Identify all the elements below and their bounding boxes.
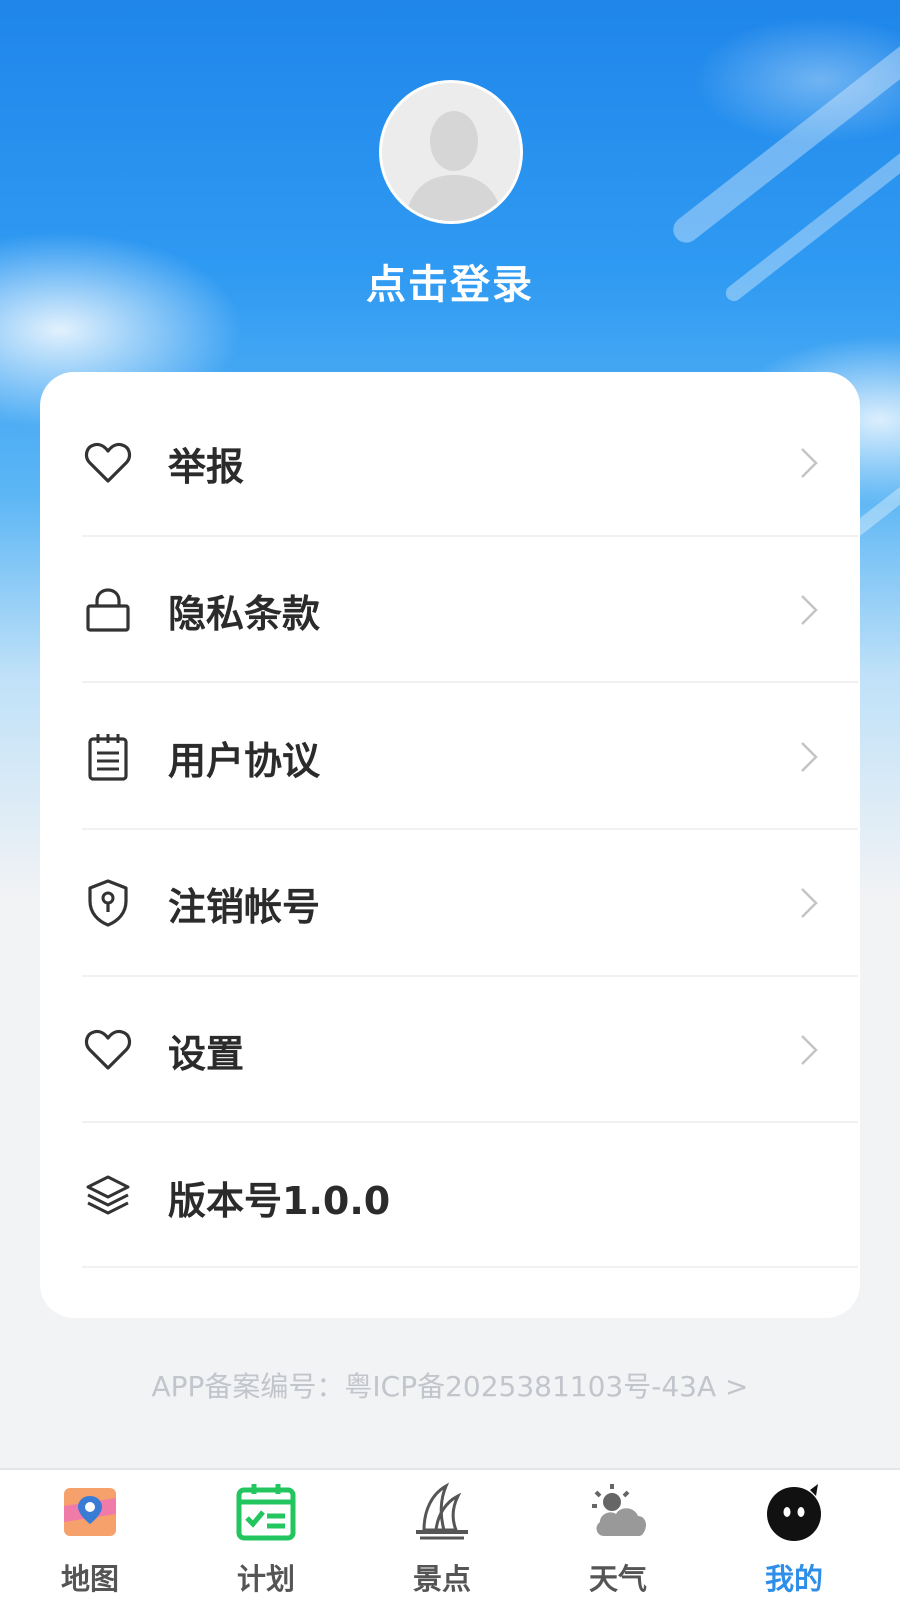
menu-item-label: 举报	[168, 444, 245, 489]
layers-icon	[82, 1171, 134, 1223]
shield-keyhole-icon	[82, 877, 134, 929]
tab-plan[interactable]: 计划	[176, 1470, 356, 1600]
menu-item-privacy[interactable]: 隐私条款	[82, 535, 820, 685]
menu-item-delete-account[interactable]: 注销帐号	[82, 828, 820, 978]
menu-item-label: 设置	[168, 1031, 245, 1076]
chevron-right-icon	[801, 888, 818, 918]
menu-item-label: 隐私条款	[168, 591, 321, 636]
icp-record-link[interactable]: APP备案编号：粤ICP备2025381103号-43A >	[0, 1365, 900, 1405]
avatar[interactable]	[379, 80, 523, 224]
landmark-icon	[416, 1482, 468, 1540]
menu-item-report[interactable]: 举报	[82, 388, 820, 538]
tab-mine[interactable]: 我的	[704, 1470, 884, 1600]
tab-attractions[interactable]: 景点	[352, 1470, 532, 1600]
chevron-right-icon	[801, 1035, 818, 1065]
login-button[interactable]: 点击登录	[0, 252, 900, 310]
tab-label: 我的	[764, 1562, 823, 1596]
divider	[82, 1266, 858, 1268]
tab-weather[interactable]: 天气	[528, 1470, 708, 1600]
menu-item-version: 版本号1.0.0	[82, 1122, 820, 1272]
chevron-right-icon	[801, 742, 818, 772]
bottom-tab-bar: 地图 计划 景点 天气 我的	[0, 1468, 900, 1600]
tab-label: 景点	[412, 1562, 471, 1596]
map-icon	[64, 1488, 116, 1536]
chevron-right-icon	[801, 595, 818, 625]
version-label: 版本号1.0.0	[168, 1178, 391, 1223]
weather-icon	[592, 1484, 646, 1536]
tab-label: 天气	[588, 1562, 647, 1596]
tab-label: 计划	[236, 1562, 295, 1596]
chevron-right-icon	[801, 448, 818, 478]
tab-map[interactable]: 地图	[0, 1470, 180, 1600]
menu-item-user-agreement[interactable]: 用户协议	[82, 682, 820, 832]
mascot-icon	[767, 1484, 821, 1541]
menu-item-label: 注销帐号	[168, 884, 321, 929]
heart-icon	[82, 1024, 134, 1076]
default-avatar-icon	[382, 83, 520, 221]
lock-icon	[82, 584, 134, 636]
clipboard-icon	[82, 731, 134, 783]
plan-calendar-icon	[236, 1484, 296, 1541]
heart-icon	[82, 437, 134, 489]
menu-item-settings[interactable]: 设置	[82, 975, 820, 1125]
menu-item-label: 用户协议	[168, 738, 321, 783]
menu-card: 举报 隐私条款 用户协议 注销帐号 设置 版本号1.0.0	[40, 372, 860, 1318]
tab-label: 地图	[60, 1562, 119, 1596]
